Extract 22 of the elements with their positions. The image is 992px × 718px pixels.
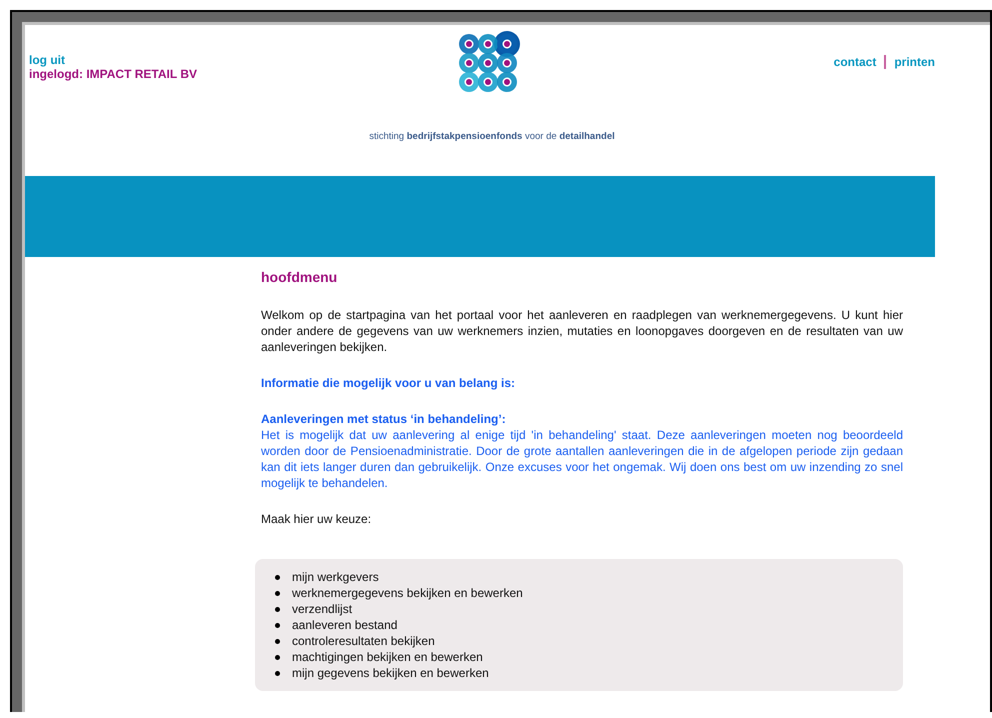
info-heading: Informatie die mogelijk voor u van belang is:	[261, 375, 516, 391]
page-title: hoofdmenu	[261, 269, 338, 285]
bullet-icon	[275, 606, 280, 612]
bullet-icon	[275, 574, 280, 580]
menu-link[interactable]: aanleveren bestand	[292, 618, 398, 632]
bullet-icon	[275, 654, 280, 660]
menu-link[interactable]: controleresultaten bekijken	[292, 634, 435, 648]
bullet-icon	[275, 638, 280, 644]
intro-text: Welkom op de startpagina van het portaal voor het aanleveren en raadplegen van werknemergegevens. U kunt hier onder andere de gegevens van uw werknemers inzien, mutaties en loonopgaves doorgeven en de resultaten van uw aanleveringen bekijken.	[261, 307, 903, 355]
bullet-icon	[275, 670, 280, 676]
choice-prompt: Maak hier uw keuze:	[261, 511, 372, 527]
menu-link[interactable]: verzendlijst	[292, 602, 352, 616]
menu-link[interactable]: machtigingen bekijken en bewerken	[292, 650, 483, 664]
bullet-icon	[275, 622, 280, 628]
menu-link[interactable]: mijn werkgevers	[292, 570, 379, 584]
menu-link[interactable]: mijn gegevens bekijken en bewerken	[292, 666, 489, 680]
menu-link[interactable]: werknemergegevens bekijken en bewerken	[292, 586, 523, 600]
notice-text: Het is mogelijk dat uw aanlevering al enige tijd 'in behandeling' staat. Deze aanleveringen moeten nog beoordeeld worden door de Pensioenadministratie. Door de grote aantallen aanleveringen die in de afgelopen periode zijn gedaan kan dit iets langer duren dan gebruikelijk. Onze excuses voor het ongemak. Wij doen ons best om uw inzending zo snel mogelijk te behandelen.	[261, 427, 903, 491]
logged-in-label: ingelogd: IMPACT RETAIL BV	[29, 67, 197, 81]
tagline: stichting bedrijfstakpensioenfonds voor de detailhandel	[369, 131, 615, 142]
notice-heading: Aanleveringen met status ‘in behandeling’:	[261, 411, 507, 427]
bullet-icon	[275, 590, 280, 596]
